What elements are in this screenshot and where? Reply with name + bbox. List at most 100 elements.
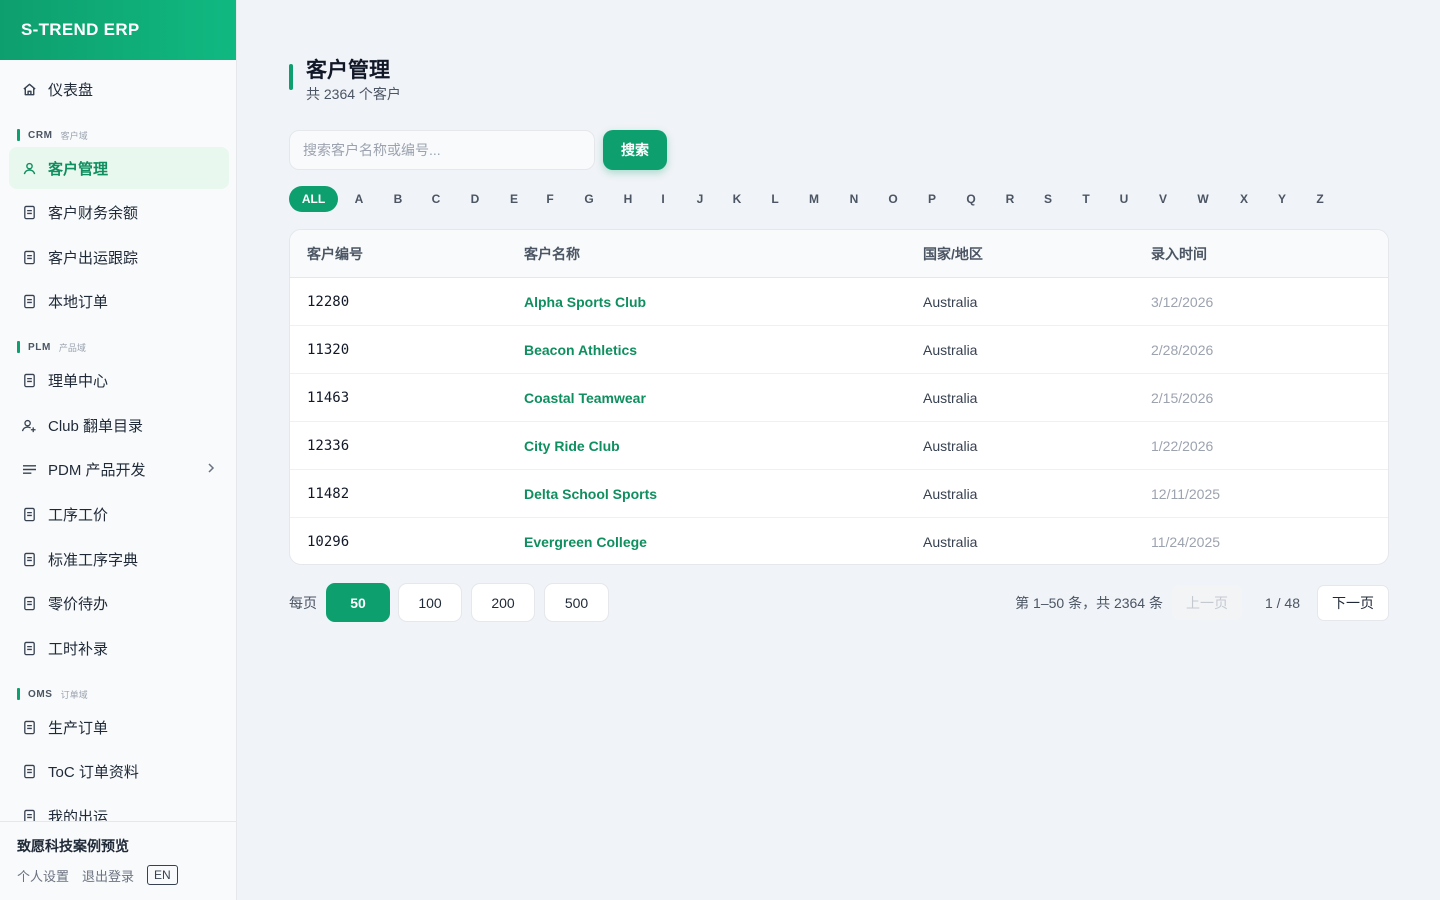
sidebar-item-process-price[interactable]: 工序工价: [9, 493, 229, 535]
letter-filter-t[interactable]: T: [1079, 186, 1093, 212]
letter-filter-n[interactable]: N: [847, 186, 861, 212]
sidebar-item-hours-supplement[interactable]: 工时补录: [9, 627, 229, 669]
customer-name-link[interactable]: City Ride Club: [524, 422, 620, 469]
section-label-zh: 产品域: [58, 342, 86, 353]
letter-filter-e[interactable]: E: [507, 186, 521, 212]
sidebar-item-customer-shipping[interactable]: 客户出运跟踪: [9, 236, 229, 278]
sidebar-item-customer-management[interactable]: 客户管理: [9, 147, 229, 189]
logout-link[interactable]: 退出登录: [82, 866, 134, 885]
page-size-200-button[interactable]: 200: [471, 583, 535, 622]
letter-filter-p[interactable]: P: [925, 186, 939, 212]
page-size-500-button[interactable]: 500: [544, 583, 609, 622]
customer-name-link[interactable]: Alpha Sports Club: [524, 278, 646, 325]
title-marker: [289, 64, 293, 90]
per-page-label: 每页: [289, 595, 317, 611]
customer-created-date: 11/24/2025: [1151, 534, 1221, 550]
table-row[interactable]: 11320 Beacon Athletics Australia 2/28/20…: [290, 326, 1388, 374]
customer-country: Australia: [923, 341, 978, 358]
letter-filter-y[interactable]: Y: [1275, 186, 1289, 212]
next-page-button[interactable]: 下一页: [1317, 585, 1389, 621]
sidebar-item-label: 零价待办: [48, 595, 109, 613]
letter-filter-q[interactable]: Q: [964, 186, 978, 212]
language-toggle[interactable]: EN: [147, 865, 178, 885]
user-add-icon: [21, 417, 37, 433]
letter-filter-b[interactable]: B: [391, 186, 405, 212]
sidebar-item-process-dictionary[interactable]: 标准工序字典: [9, 538, 229, 580]
letter-filter-h[interactable]: H: [621, 186, 635, 212]
letter-filter-d[interactable]: D: [468, 186, 482, 212]
column-header-code[interactable]: 客户编号: [307, 230, 363, 277]
table-row[interactable]: 10296 Evergreen College Australia 11/24/…: [290, 518, 1388, 564]
customer-created-date: 2/15/2026: [1151, 389, 1214, 406]
brand-logo[interactable]: S-TREND ERP: [0, 0, 236, 60]
letter-filter-v[interactable]: V: [1156, 186, 1170, 212]
prev-page-button[interactable]: 上一页: [1172, 585, 1242, 620]
letter-filter-all[interactable]: ALL: [289, 186, 338, 212]
sidebar-item-label: 仪表盘: [48, 81, 94, 99]
customer-created-date: 1/22/2026: [1151, 437, 1214, 454]
customer-country: Australia: [923, 485, 978, 502]
sidebar-item-customer-balance[interactable]: 客户财务余额: [9, 191, 229, 233]
settings-link[interactable]: 个人设置: [17, 866, 69, 885]
customer-code: 12280: [307, 293, 350, 310]
letter-filter-m[interactable]: M: [806, 186, 822, 212]
letter-filter-f[interactable]: F: [543, 186, 557, 212]
table-header: 客户编号 客户名称 国家/地区 录入时间: [290, 230, 1388, 278]
page-size-50-button[interactable]: 50: [326, 583, 390, 622]
letter-filter-o[interactable]: O: [886, 186, 900, 212]
sidebar-item-label: PDM 产品开发: [48, 461, 146, 479]
sidebar-item-dashboard[interactable]: 仪表盘: [9, 68, 229, 110]
customer-name-link[interactable]: Delta School Sports: [524, 470, 657, 517]
sidebar-item-club-catalog[interactable]: Club 翻单目录: [9, 404, 229, 446]
sidebar-item-zero-price-todo[interactable]: 零价待办: [9, 582, 229, 624]
section-marker: [17, 341, 20, 353]
section-marker: [17, 129, 20, 141]
column-header-country[interactable]: 国家/地区: [923, 230, 983, 277]
column-header-created[interactable]: 录入时间: [1151, 230, 1207, 277]
letter-filter-a[interactable]: A: [352, 186, 366, 212]
letter-filter-w[interactable]: W: [1195, 186, 1211, 212]
table-row[interactable]: 12280 Alpha Sports Club Australia 3/12/2…: [290, 278, 1388, 326]
sidebar-item-my-shipments[interactable]: 我的出运: [9, 795, 229, 822]
letter-filter-k[interactable]: K: [730, 186, 744, 212]
sidebar-item-label: ToC 订单资料: [48, 763, 139, 781]
letter-filter-s[interactable]: S: [1041, 186, 1055, 212]
customer-name-link[interactable]: Beacon Athletics: [524, 326, 637, 373]
customer-country: Australia: [923, 293, 978, 310]
letter-filter-x[interactable]: X: [1237, 186, 1251, 212]
page-indicator: 1 / 48: [1264, 595, 1300, 611]
sidebar-item-local-orders[interactable]: 本地订单: [9, 280, 229, 322]
sidebar-item-label: 标准工序字典: [48, 551, 139, 569]
table-row[interactable]: 11482 Delta School Sports Australia 12/1…: [290, 470, 1388, 518]
sidebar-item-toc-orders[interactable]: ToC 订单资料: [9, 750, 229, 792]
letter-filter-j[interactable]: J: [693, 186, 707, 212]
footer-links: 个人设置 退出登录 EN: [17, 865, 236, 885]
letter-filter-g[interactable]: G: [582, 186, 596, 212]
customer-name-link[interactable]: Coastal Teamwear: [524, 374, 646, 421]
customer-country: Australia: [923, 534, 978, 550]
sidebar-item-order-center[interactable]: 理单中心: [9, 359, 229, 401]
table-row[interactable]: 11463 Coastal Teamwear Australia 2/15/20…: [290, 374, 1388, 422]
sidebar-item-production-orders[interactable]: 生产订单: [9, 706, 229, 748]
menu-icon: [21, 461, 37, 477]
customer-country: Australia: [923, 437, 978, 454]
sidebar-item-pdm[interactable]: PDM 产品开发: [9, 448, 229, 490]
table-row[interactable]: 12336 City Ride Club Australia 1/22/2026: [290, 422, 1388, 470]
letter-filter-z[interactable]: Z: [1313, 186, 1327, 212]
page-size-100-button[interactable]: 100: [398, 583, 462, 622]
letter-filter-i[interactable]: I: [658, 186, 668, 212]
customer-name-link[interactable]: Evergreen College: [524, 518, 647, 564]
column-header-name[interactable]: 客户名称: [524, 230, 580, 277]
section-label-zh: 订单域: [60, 689, 88, 700]
chevron-right-icon[interactable]: [207, 461, 215, 478]
letter-filter-u[interactable]: U: [1117, 186, 1131, 212]
letter-filter-c[interactable]: C: [429, 186, 443, 212]
sidebar-nav: 仪表盘 CRM 客户域 客户管理 客户财务余额 客户出运跟踪 本地订单 PLM …: [0, 60, 236, 822]
search-button[interactable]: 搜索: [603, 130, 667, 170]
document-icon: [21, 719, 37, 735]
letter-filter-l[interactable]: L: [768, 186, 782, 212]
letter-filter-r[interactable]: R: [1003, 186, 1017, 212]
sidebar-item-label: 客户出运跟踪: [48, 249, 139, 267]
document-icon: [21, 595, 37, 611]
search-input[interactable]: [289, 130, 595, 170]
